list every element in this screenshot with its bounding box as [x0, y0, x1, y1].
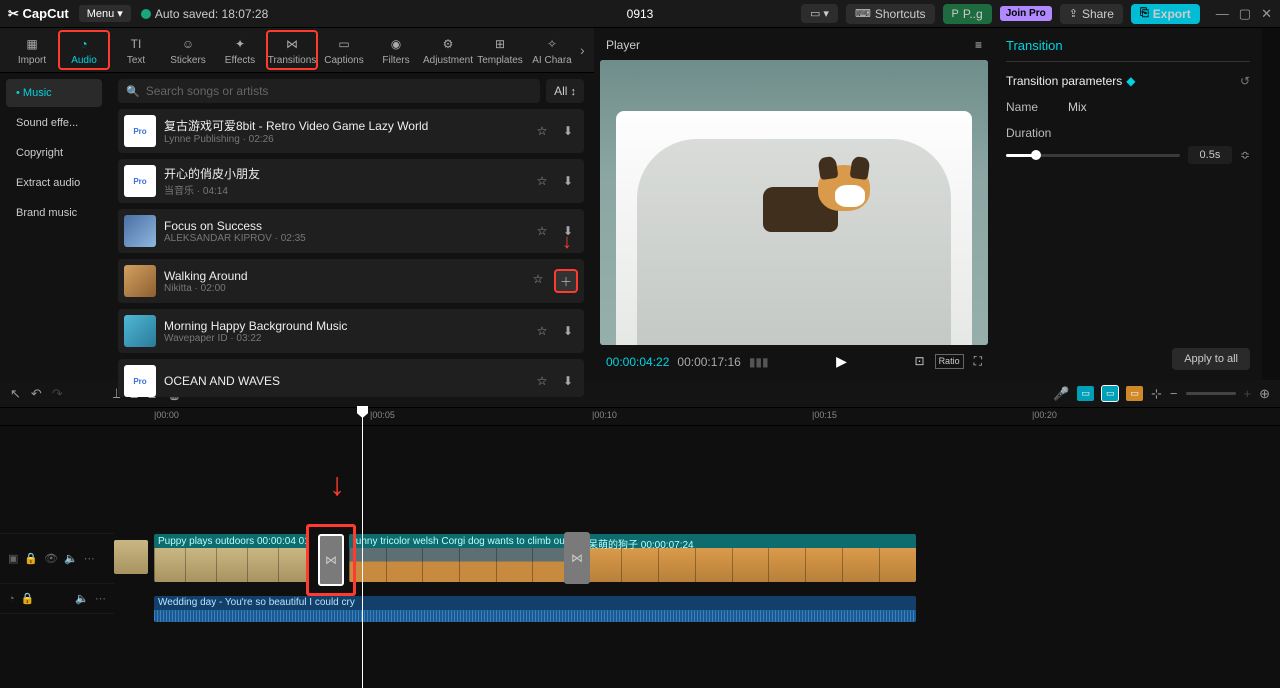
sidebar-item-copyright[interactable]: Copyright — [6, 139, 102, 167]
duration-value[interactable]: 0.5s — [1188, 146, 1232, 164]
track-mute-icon[interactable]: 🔈 — [75, 592, 89, 605]
timeline-ruler[interactable]: |00:00 |00:05 |00:10 |00:15 |00:20 — [0, 408, 1280, 426]
favorite-icon[interactable]: ☆ — [532, 121, 552, 141]
sidebar-item-extract-audio[interactable]: Extract audio — [6, 169, 102, 197]
track-row[interactable]: ↓ Walking AroundNikitta · 02:00 ☆＋ — [118, 259, 584, 303]
zoom-out-icon[interactable]: − — [1170, 386, 1178, 401]
tab-audio[interactable]: ◔Audio — [58, 30, 110, 70]
track-mute-icon[interactable]: 🔈 — [64, 552, 78, 565]
clip-thumbnail — [114, 540, 148, 574]
tab-text[interactable]: TIText — [110, 28, 162, 73]
fullscreen-icon[interactable]: ⛶ — [974, 354, 982, 369]
track-row[interactable]: Morning Happy Background MusicWavepaper … — [118, 309, 584, 353]
play-button[interactable]: ▶ — [836, 353, 847, 370]
tag-icon[interactable]: ▭ — [1126, 386, 1143, 401]
tab-ai[interactable]: ✧AI Chara — [526, 28, 578, 73]
audio-track-icon[interactable]: ◔ — [8, 593, 15, 605]
download-icon[interactable]: ⬇ — [558, 121, 578, 141]
duration-slider[interactable] — [1006, 154, 1180, 157]
player-menu-icon[interactable]: ≡ — [975, 38, 982, 52]
ratio-button[interactable]: Ratio — [935, 354, 964, 369]
favorite-icon[interactable]: ☆ — [528, 269, 548, 289]
search-input[interactable]: 🔍 Search songs or artists — [118, 79, 540, 103]
transition-name-value: Mix — [1068, 100, 1087, 114]
tab-adjustment[interactable]: ⚙Adjustment — [422, 28, 474, 73]
tab-stickers[interactable]: ☺Stickers — [162, 28, 214, 73]
track-row[interactable]: Pro OCEAN AND WAVES ☆⬇ — [118, 359, 584, 397]
annotation-arrow-icon: ↓ — [329, 466, 345, 503]
undo-icon[interactable]: ↶ — [31, 386, 42, 402]
video-clip[interactable]: funny tricolor welsh Corgi dog wants to … — [349, 534, 569, 582]
menu-button[interactable]: Menu ▾ — [79, 5, 131, 22]
favorite-icon[interactable]: ☆ — [532, 321, 552, 341]
duration-stepper[interactable]: ≎ — [1240, 148, 1250, 162]
add-track-button[interactable]: ＋ — [554, 269, 578, 293]
user-badge[interactable]: P P..g — [943, 4, 992, 24]
sidebar-item-music[interactable]: Music — [6, 79, 102, 107]
reset-icon[interactable]: ↺ — [1240, 74, 1250, 88]
track-row[interactable]: Pro 开心的俏皮小朋友当音乐 · 04:14 ☆⬇ — [118, 159, 584, 203]
all-filter-button[interactable]: All ↕ — [546, 79, 584, 103]
mic-icon[interactable]: 🎤 — [1053, 386, 1069, 402]
transition-handle[interactable]: ⋈ — [564, 532, 590, 584]
tabs-more-icon[interactable]: › — [580, 42, 585, 58]
zoom-in-icon[interactable]: + — [1244, 386, 1252, 401]
audio-clip[interactable]: Wedding day - You're so beautiful I coul… — [154, 596, 916, 622]
fit-icon[interactable]: ⊕ — [1259, 386, 1270, 402]
project-title[interactable]: 0913 — [627, 7, 654, 21]
tab-templates[interactable]: ⊞Templates — [474, 28, 526, 73]
close-icon[interactable]: ✕ — [1261, 6, 1272, 22]
current-time: 00:00:04:22 — [606, 355, 669, 369]
sidebar-item-brand-music[interactable]: Brand music — [6, 199, 102, 227]
video-clip[interactable]: Puppy plays outdoors 00:00:04 01 — [154, 534, 309, 582]
track-more-icon[interactable]: ⋯ — [84, 552, 95, 565]
tab-filters[interactable]: ◉Filters — [370, 28, 422, 73]
transition-handle[interactable]: ⋈ — [306, 524, 356, 596]
panel-title: Transition — [1006, 38, 1250, 62]
apply-all-button[interactable]: Apply to all — [1172, 348, 1250, 370]
track-row[interactable]: Focus on SuccessALEKSANDAR KIPROV · 02:3… — [118, 209, 584, 253]
video-clip[interactable]: 呆萌的狗子 00:00:07:24 — [584, 534, 916, 582]
total-duration: 00:00:17:16 — [677, 355, 740, 369]
annotation-arrow-icon: ↓ — [562, 231, 572, 254]
track-lock-icon[interactable]: 🔒 — [21, 592, 35, 605]
export-button[interactable]: ⎘ Export — [1131, 4, 1200, 24]
tab-effects[interactable]: ✦Effects — [214, 28, 266, 73]
scan-icon[interactable]: ⊡ — [915, 354, 925, 369]
track-lock-icon[interactable]: 🔒 — [24, 552, 38, 565]
player-label: Player — [606, 38, 640, 52]
track-collapse-icon[interactable]: ▣ — [8, 552, 18, 565]
app-logo: ✂ CapCut — [8, 6, 69, 22]
favorite-icon[interactable]: ☆ — [532, 371, 552, 391]
share-button[interactable]: ⇪ Share — [1060, 4, 1123, 24]
favorite-icon[interactable]: ☆ — [532, 171, 552, 191]
crop-icon[interactable]: ⊹ — [1151, 386, 1162, 402]
redo-icon[interactable]: ↷ — [52, 386, 63, 402]
maximize-icon[interactable]: ▢ — [1239, 6, 1251, 22]
sidebar-item-sound-effects[interactable]: Sound effe... — [6, 109, 102, 137]
video-preview[interactable] — [600, 60, 988, 345]
params-label: Transition parameters — [1006, 74, 1122, 88]
download-icon[interactable]: ⬇ — [558, 171, 578, 191]
shortcuts-button[interactable]: ⌨ Shortcuts — [846, 4, 935, 24]
tab-captions[interactable]: ▭Captions — [318, 28, 370, 73]
download-icon[interactable]: ⬇ — [558, 371, 578, 391]
autosave-status: Auto saved: 18:07:28 — [141, 7, 268, 21]
track-row[interactable]: Pro 复古游戏可爱8bit - Retro Video Game Lazy W… — [118, 109, 584, 153]
tab-transitions[interactable]: ⋈Transitions — [266, 30, 318, 70]
playhead[interactable] — [362, 408, 363, 688]
download-icon[interactable]: ⬇ — [558, 321, 578, 341]
join-pro-button[interactable]: Join Pro — [1000, 6, 1052, 21]
tag-icon[interactable]: ▭ — [1102, 386, 1119, 401]
aspect-button[interactable]: ▭ ▾ — [801, 4, 838, 23]
minimize-icon[interactable]: — — [1216, 6, 1229, 22]
track-more-icon[interactable]: ⋯ — [95, 592, 106, 605]
track-visible-icon[interactable]: 👁 — [44, 552, 58, 565]
favorite-icon[interactable]: ☆ — [532, 221, 552, 241]
tab-import[interactable]: ▦Import — [6, 28, 58, 73]
tag-icon[interactable]: ▭ — [1077, 386, 1094, 401]
pointer-tool-icon[interactable]: ↖ — [10, 386, 21, 402]
